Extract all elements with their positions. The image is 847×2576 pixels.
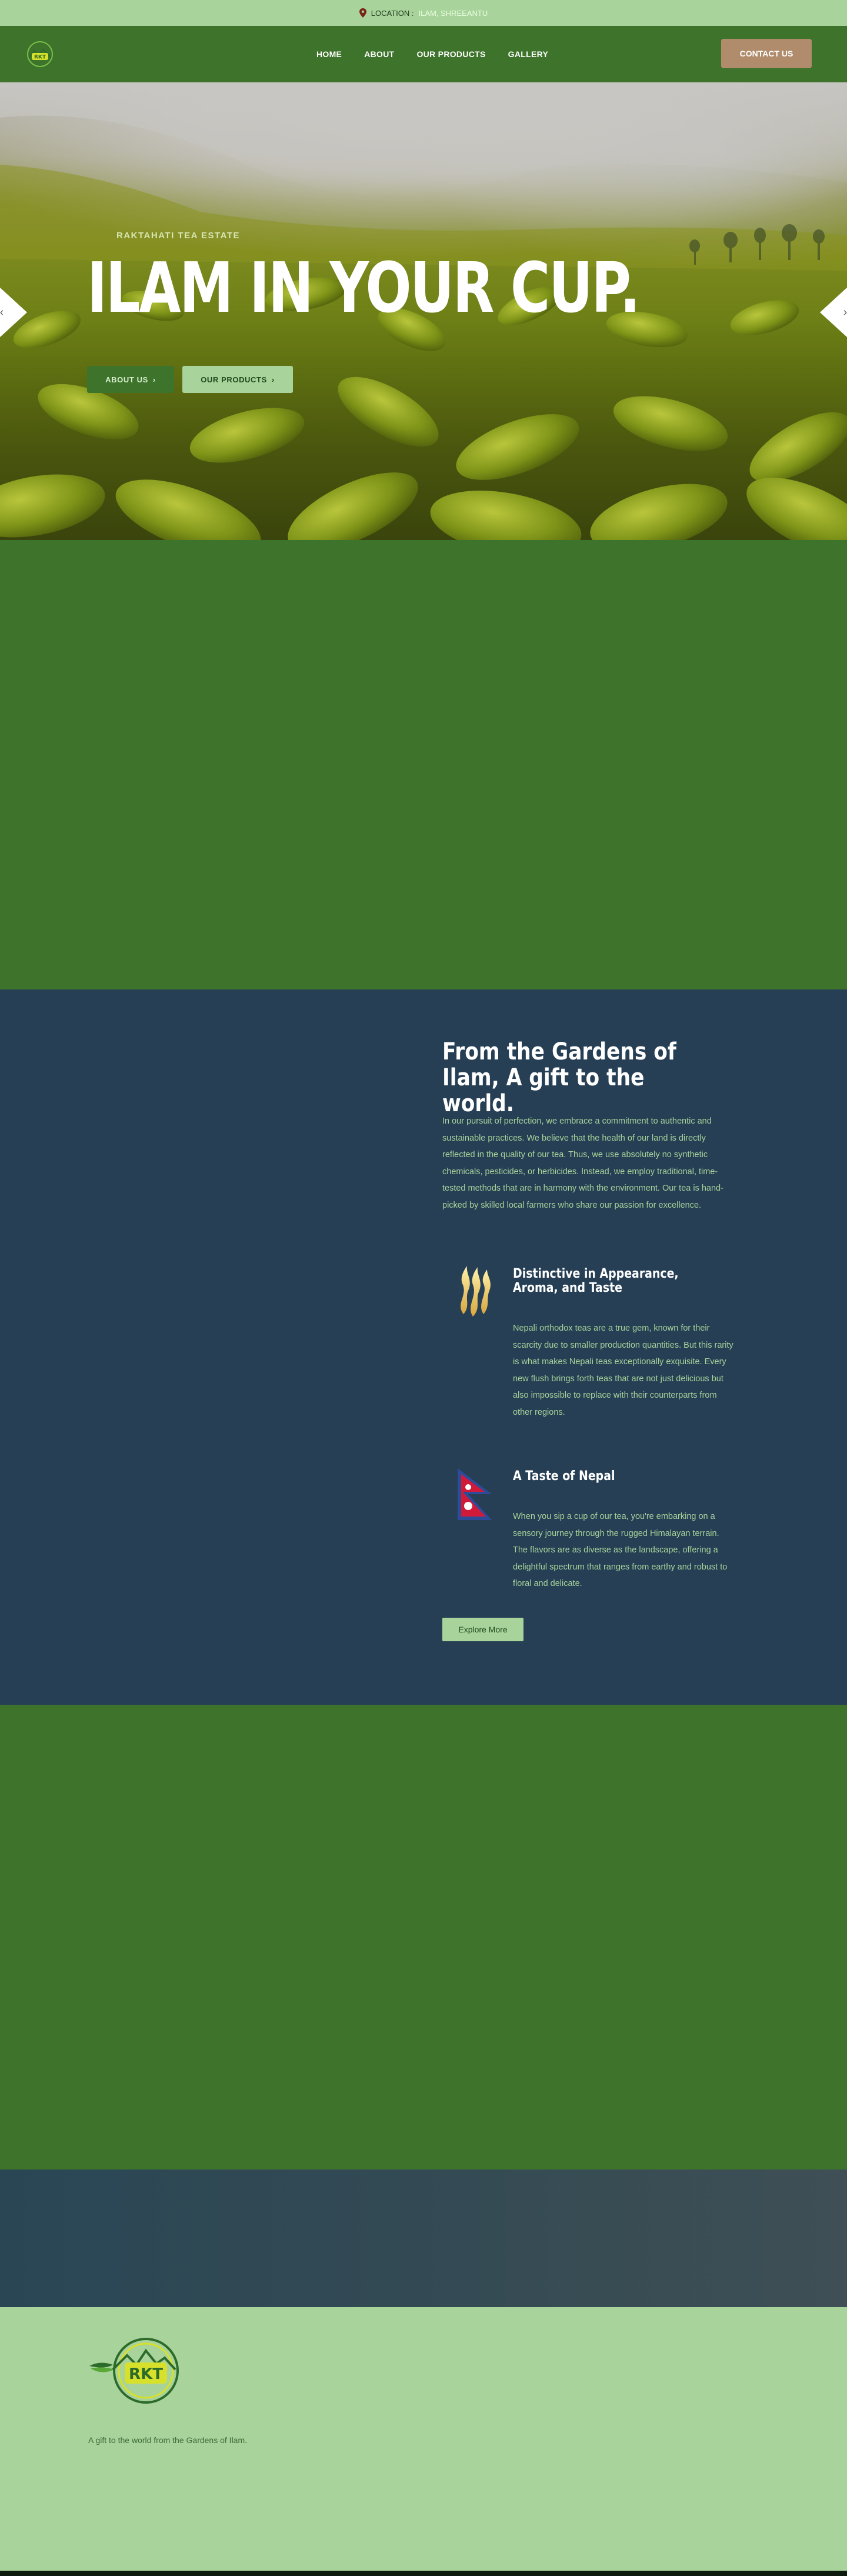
- our-products-label: OUR PRODUCTS: [201, 375, 267, 384]
- hero-title: ILAM IN YOUR CUP.: [87, 247, 641, 328]
- slate-band: [0, 2170, 847, 2307]
- green-section-2: [0, 1705, 847, 2170]
- feature-title: A Taste of Nepal: [513, 1469, 615, 1484]
- nav-gallery-link[interactable]: GALLERY: [508, 49, 548, 59]
- hero-banner: RAKTAHATI TEA ESTATE ILAM IN YOUR CUP. A…: [0, 82, 847, 540]
- feature-body: When you sip a cup of our tea, you're em…: [513, 1512, 728, 1588]
- footer: RKT A gift to the world from the Gardens…: [0, 2307, 847, 2571]
- feature-body: Nepali orthodox teas are a true gem, kno…: [513, 1324, 733, 1417]
- main-navbar: RKT HOME ABOUT OUR PRODUCTS GALLERY CONT…: [0, 26, 847, 82]
- section-title: From the Gardens of Ilam, A gift to the …: [442, 1038, 676, 1117]
- aroma-flame-icon: [461, 1266, 491, 1317]
- feature-title: Distinctive in Appearance, Aroma, and Ta…: [513, 1267, 679, 1295]
- chevron-right-icon: ›: [271, 375, 275, 384]
- footer-tagline: A gift to the world from the Gardens of …: [88, 2435, 248, 2445]
- location-label: LOCATION :: [371, 8, 414, 18]
- green-section: [0, 540, 847, 989]
- bottom-border: [0, 2571, 847, 2576]
- about-section: From the Gardens of Ilam, A gift to the …: [0, 989, 847, 1705]
- chevron-right-icon: ›: [152, 375, 156, 384]
- brand-logo[interactable]: RKT: [87, 2334, 184, 2407]
- nav-about-link[interactable]: ABOUT: [364, 49, 394, 59]
- chevron-right-icon: ›: [843, 305, 847, 319]
- nepal-flag-icon: [458, 1468, 492, 1520]
- contact-us-button[interactable]: CONTACT US: [721, 39, 812, 68]
- our-products-button[interactable]: OUR PRODUCTS ›: [182, 366, 293, 393]
- about-us-button[interactable]: ABOUT US ›: [87, 366, 174, 393]
- location-value: ILAM, SHREEANTU: [418, 8, 488, 18]
- nav-products-link[interactable]: OUR PRODUCTS: [416, 49, 485, 59]
- explore-more-button[interactable]: Explore More: [442, 1618, 523, 1641]
- logo-text: RKT: [34, 55, 46, 61]
- brand-logo[interactable]: RKT: [24, 38, 56, 71]
- section-body: In our pursuit of perfection, we embrace…: [442, 1117, 723, 1210]
- logo-text: RKT: [129, 2365, 163, 2383]
- nav-links: HOME ABOUT OUR PRODUCTS GALLERY: [316, 26, 548, 82]
- map-pin-icon: [359, 8, 366, 18]
- chevron-left-icon: ‹: [0, 305, 4, 319]
- nav-home-link[interactable]: HOME: [316, 49, 342, 59]
- hero-subtitle: RAKTAHATI TEA ESTATE: [116, 231, 240, 241]
- about-us-label: ABOUT US: [105, 375, 148, 384]
- location-bar: LOCATION : ILAM, SHREEANTU: [0, 0, 847, 26]
